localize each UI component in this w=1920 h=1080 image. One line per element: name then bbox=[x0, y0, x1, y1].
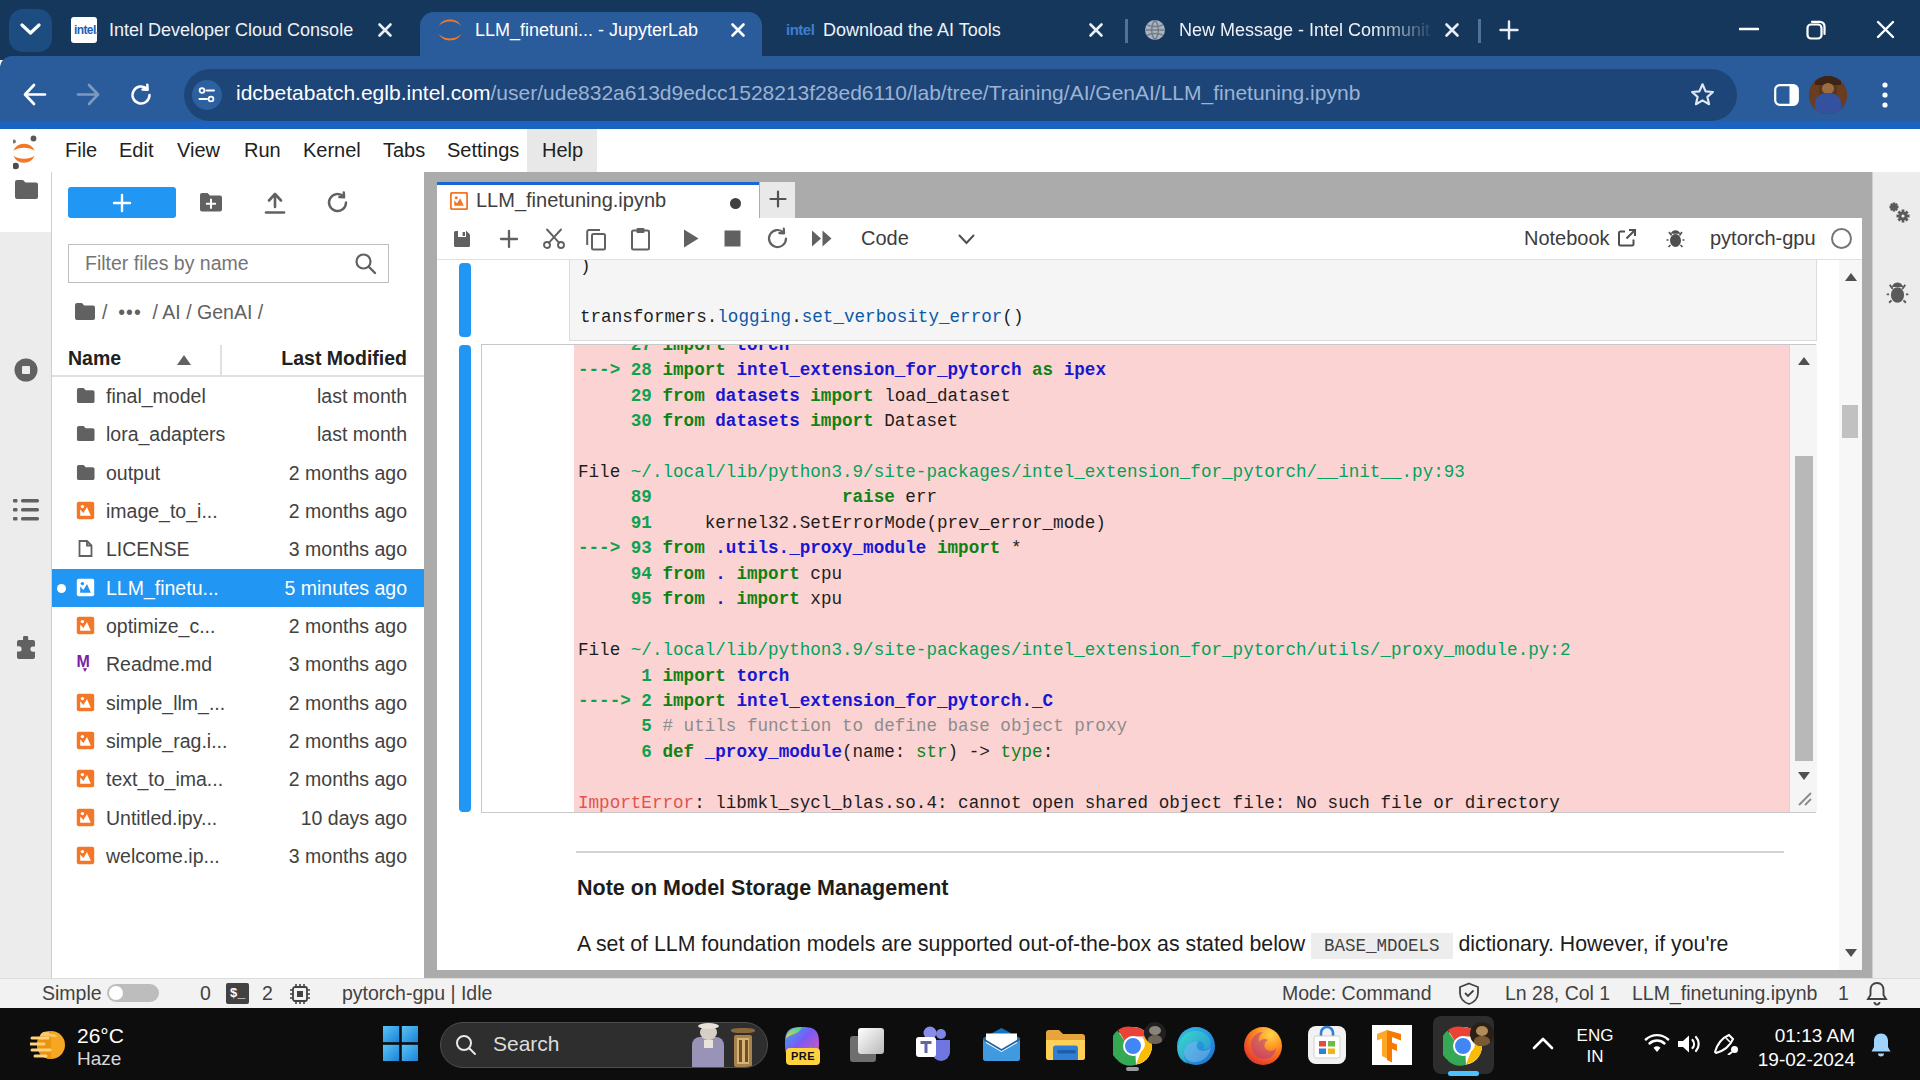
svg-text:M: M bbox=[77, 654, 90, 670]
